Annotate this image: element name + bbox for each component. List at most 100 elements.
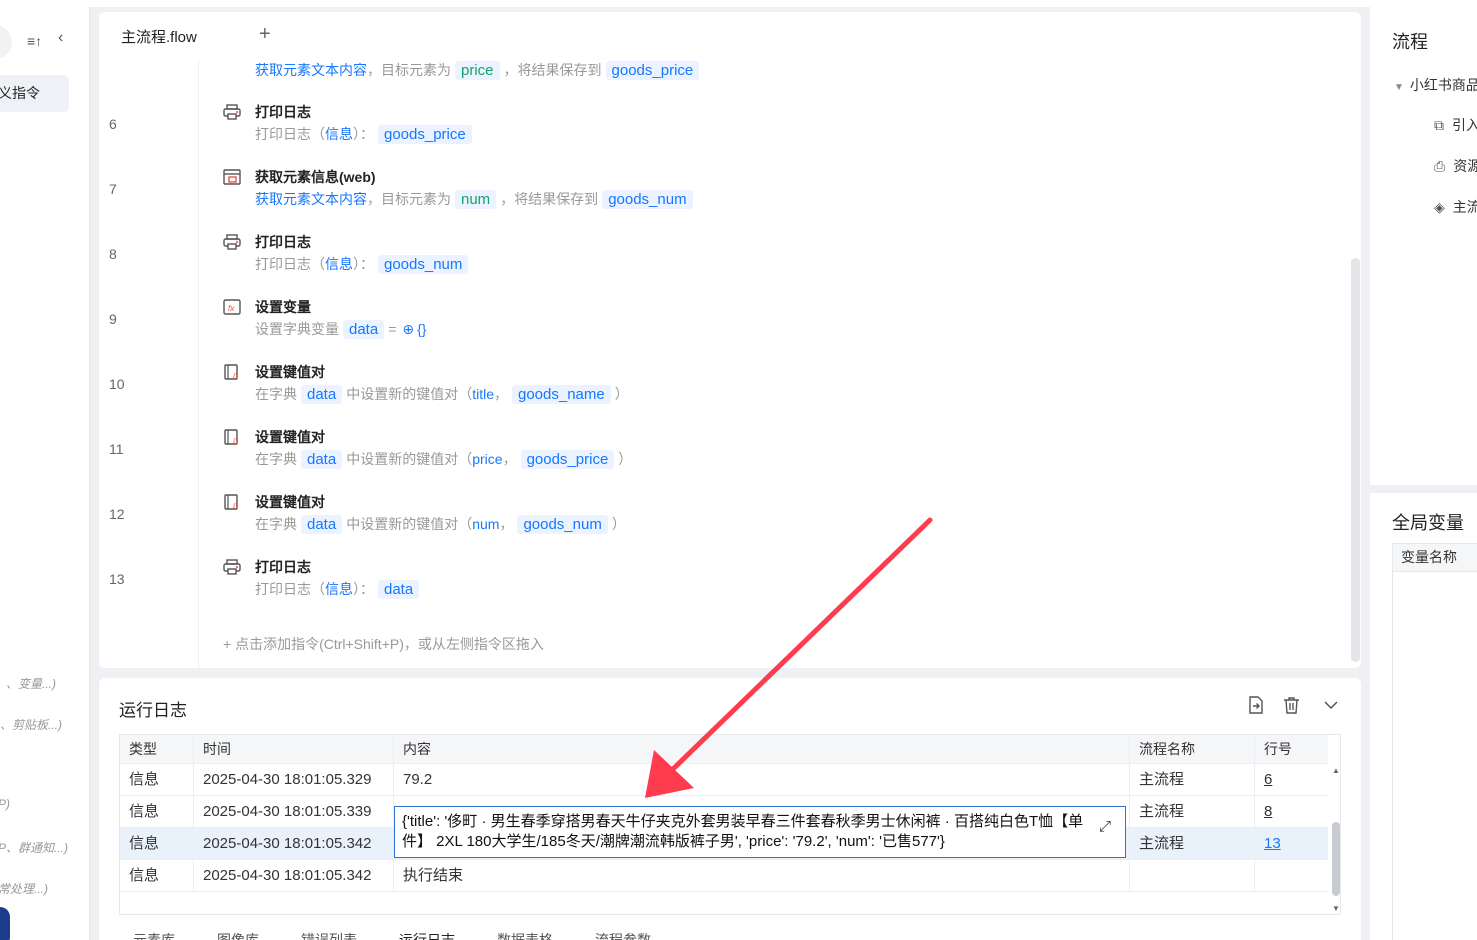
col-header[interactable]: 行号 <box>1255 735 1329 763</box>
bottom-tab-bar: 元素库 图像库 错误列表 运行日志 数据表格 流程参数 <box>133 930 693 940</box>
tree-item[interactable]: ◈ 主流 <box>1434 197 1477 217</box>
time-cell: 2025-04-30 18:01:05.339 <box>194 796 394 827</box>
variable-tag[interactable]: goods_name <box>512 384 611 404</box>
scroll-down-icon[interactable]: ▼ <box>1332 904 1340 913</box>
desc-text: ，将结果保存到 <box>503 62 602 78</box>
variable-tag[interactable]: goods_price <box>605 60 700 80</box>
var-name-header[interactable]: 变量名称 <box>1392 543 1477 572</box>
tab-main-flow[interactable]: 主流程.flow <box>99 18 249 60</box>
paren: ） <box>611 516 626 532</box>
col-header[interactable]: 时间 <box>194 735 394 763</box>
variable-tag[interactable]: goods_num <box>602 189 693 209</box>
tree-item[interactable]: ⎙ 资源 <box>1434 156 1477 176</box>
level-keyword: 信息 <box>325 256 353 272</box>
element-tag[interactable]: price <box>455 60 500 80</box>
fn-label: 获取元素文本内容 <box>255 62 367 78</box>
flow-cell: 主流程 <box>1130 764 1255 795</box>
dict-icon: {} <box>224 494 238 510</box>
line-link[interactable]: 6 <box>1264 771 1272 788</box>
svg-text:fx: fx <box>228 304 235 313</box>
line-link[interactable]: 8 <box>1264 803 1272 820</box>
desc-text: 中设置新的键值对 <box>346 451 459 467</box>
table-scrollbar[interactable]: ▲ ▼ <box>1330 764 1342 914</box>
tree-root[interactable]: ▼ 小红书商品 <box>1394 75 1477 95</box>
col-header[interactable]: 流程名称 <box>1130 735 1255 763</box>
desc-text: ，将结果保存到 <box>500 191 599 207</box>
category-hint: P) <box>0 797 10 811</box>
command-sidebar: ≡↑ ‹ 义指令 、变量...) E、剪贴板...) P) P、群通知...) … <box>0 7 90 940</box>
variable-tag[interactable]: data <box>301 514 343 534</box>
type-cell: 信息 <box>120 828 194 859</box>
line-number: 12 <box>109 506 125 522</box>
paren: （ <box>458 386 473 402</box>
table-row[interactable]: 信息 2025-04-30 18:01:05.342 执行结束 <box>120 860 1328 892</box>
tab-errors[interactable]: 错误列表 <box>301 932 357 940</box>
log-title: 运行日志 <box>119 701 187 720</box>
col-header[interactable]: 类型 <box>120 735 194 763</box>
chevron-down-icon[interactable] <box>1323 696 1339 719</box>
paren: （ <box>311 126 325 142</box>
tree-item-label: 资源 <box>1453 158 1477 174</box>
dict-value: {} <box>417 321 427 337</box>
variable-tag[interactable]: data <box>301 384 343 404</box>
scroll-up-icon[interactable]: ▲ <box>1332 766 1340 775</box>
command-title: 打印日志 <box>255 104 311 120</box>
add-tab-button[interactable]: + <box>259 23 271 46</box>
expanded-content-field[interactable]: {'title': '侈町 · 男生春季穿搭男春天牛仔夹克外套男装早春三件套春秋… <box>394 806 1126 858</box>
desc-text: 在字典 <box>255 386 297 402</box>
scroll-thumb[interactable] <box>1332 822 1340 896</box>
custom-command-button[interactable]: 义指令 <box>0 75 69 112</box>
line-link[interactable]: 13 <box>1264 835 1281 852</box>
tree-item-label: 引入 <box>1452 117 1477 133</box>
tab-run-log[interactable]: 运行日志 <box>399 932 455 940</box>
variable-tag[interactable]: data <box>343 319 385 339</box>
type-cell: 信息 <box>120 764 194 795</box>
variable-tag[interactable]: data <box>378 579 420 599</box>
paren: （ <box>458 451 473 467</box>
category-hint: E、剪贴板...) <box>0 718 63 732</box>
var-table-body <box>1392 572 1477 940</box>
command-title: 设置键值对 <box>255 429 325 445</box>
comma: ， <box>499 516 514 532</box>
chevron-left-icon[interactable]: ‹ <box>58 29 63 47</box>
caret-down-icon[interactable]: ▼ <box>1394 82 1404 93</box>
trash-icon[interactable] <box>1283 696 1300 719</box>
tab-flow-params[interactable]: 流程参数 <box>595 932 651 940</box>
flow-cell <box>1130 860 1255 891</box>
tab-image-lib[interactable]: 图像库 <box>217 932 259 940</box>
key-label: num <box>472 516 500 532</box>
editor-scrollbar[interactable] <box>1351 258 1360 662</box>
tree-item[interactable]: ⧉ 引入 <box>1434 115 1477 135</box>
assistant-icon[interactable] <box>0 907 10 940</box>
content-cell[interactable]: 执行结束 <box>394 860 1130 891</box>
variable-tag[interactable]: goods_price <box>378 124 472 144</box>
col-header[interactable]: 内容 <box>394 735 1130 763</box>
element-tag[interactable]: num <box>455 189 497 209</box>
category-hint: 、变量...) <box>6 677 56 691</box>
variable-tag[interactable]: goods_num <box>378 254 469 274</box>
tree-root-label: 小红书商品 <box>1409 77 1477 93</box>
line-gutter: 6 7 8 9 10 11 12 13 <box>99 60 199 668</box>
paren: （ <box>311 581 325 597</box>
export-icon[interactable] <box>1247 696 1264 719</box>
add-command-hint[interactable]: + 点击添加指令(Ctrl+Shift+P)，或从左侧指令区拖入 <box>223 634 544 654</box>
tab-element-lib[interactable]: 元素库 <box>133 932 175 940</box>
level-keyword: 信息 <box>325 581 353 597</box>
variable-tag[interactable]: goods_price <box>520 449 615 469</box>
category-hint: 常处理...) <box>0 882 48 896</box>
variable-tag[interactable]: goods_num <box>517 514 608 534</box>
content-cell[interactable]: 79.2 <box>394 764 1130 795</box>
table-row[interactable]: 信息 2025-04-30 18:01:05.329 79.2 主流程 6 <box>120 764 1328 796</box>
time-cell: 2025-04-30 18:01:05.342 <box>194 860 394 891</box>
key-label: title <box>472 386 494 402</box>
desc-text: 设置字典变量 <box>255 321 339 337</box>
sort-icon[interactable]: ≡↑ <box>27 33 42 49</box>
variable-tag[interactable]: data <box>301 449 343 469</box>
expand-icon[interactable]: ⤢ <box>1099 818 1111 835</box>
tab-data-table[interactable]: 数据表格 <box>497 932 553 940</box>
command-title: 设置键值对 <box>255 364 325 380</box>
line-number: 9 <box>109 311 117 327</box>
command-title: 打印日志 <box>255 559 311 575</box>
category-hint: P、群通知...) <box>0 841 69 855</box>
avatar[interactable] <box>0 25 12 59</box>
